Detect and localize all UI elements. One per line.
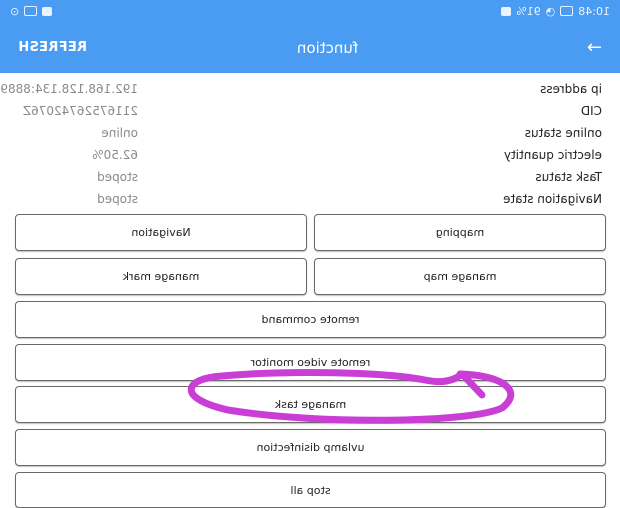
navigation-button[interactable]: Navigation — [15, 214, 307, 251]
info-value: stoped — [97, 192, 138, 206]
sim-icon — [24, 6, 38, 16]
manage-mark-button[interactable]: manage mark — [15, 258, 307, 295]
info-value: 21167526742076Z — [22, 104, 138, 118]
notification-icon — [560, 6, 574, 16]
app-bar: 10:48 ◔ 91% ⊙ → function REFRESH — [0, 0, 620, 73]
battery-icon — [501, 6, 512, 16]
remote-video-monitor-button[interactable]: remote video monitor — [15, 344, 606, 381]
remote-command-button[interactable]: remote command — [15, 301, 606, 338]
info-label: Navigation state — [503, 192, 602, 206]
toolbar: → function REFRESH — [0, 22, 620, 73]
info-row-electric-quantity: electric quantity 62.50% — [0, 144, 620, 166]
wifi-icon: ◔ — [545, 4, 556, 18]
info-label: electric quantity — [503, 148, 602, 162]
mapping-button[interactable]: mapping — [314, 214, 606, 251]
manage-task-button[interactable]: manage task — [15, 386, 606, 423]
info-label: online status — [524, 126, 602, 140]
status-time: 10:48 — [578, 4, 610, 18]
info-row-cid: CID 21167526742076Z — [0, 100, 620, 122]
info-row-task-status: Task status stoped — [0, 166, 620, 188]
gallery-icon — [42, 6, 53, 16]
info-label: Task status — [535, 170, 602, 184]
info-row-navigation-state: Navigation state stoped — [0, 188, 620, 210]
location-icon: ⊙ — [10, 4, 20, 18]
robot-info-list: ip address 192.168.128.134:8889 CID 2116… — [0, 78, 620, 210]
stop-all-button[interactable]: stop all — [15, 472, 606, 508]
back-arrow-icon[interactable]: → — [568, 37, 602, 58]
info-value: 192.168.128.134:8889 — [0, 82, 138, 96]
info-value: online — [101, 126, 138, 140]
refresh-button[interactable]: REFRESH — [18, 40, 87, 55]
info-value: 62.50% — [92, 148, 138, 162]
info-value: stoped — [97, 170, 138, 184]
info-row-ip-address: ip address 192.168.128.134:8889 — [0, 78, 620, 100]
page-title: function — [296, 38, 359, 57]
status-bar: 10:48 ◔ 91% ⊙ — [0, 0, 620, 22]
info-label: CID — [580, 104, 602, 118]
uvlamp-disinfection-button[interactable]: uvlamp disinfection — [15, 429, 606, 466]
manage-map-button[interactable]: manage map — [314, 258, 606, 295]
info-label: ip address — [540, 82, 602, 96]
app-screen: 10:48 ◔ 91% ⊙ → function REFRESH ip addr… — [0, 0, 620, 508]
info-row-online-status: online status online — [0, 122, 620, 144]
battery-percent: 91% — [516, 4, 541, 18]
